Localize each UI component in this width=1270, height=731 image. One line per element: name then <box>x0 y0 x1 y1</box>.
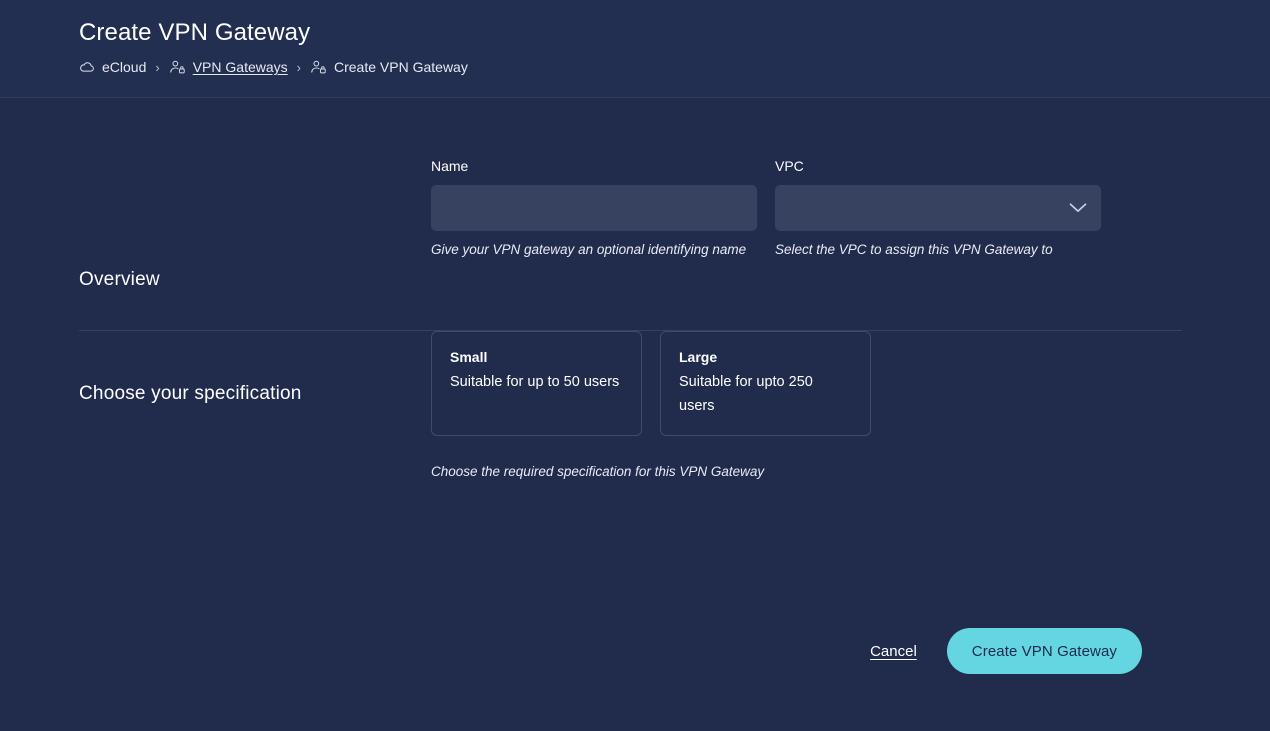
breadcrumb: eCloud › VPN Gateways › <box>79 58 1270 76</box>
overview-section-body: Name Give your VPN gateway an optional i… <box>431 157 1191 259</box>
vpc-select[interactable] <box>775 185 1101 231</box>
specification-section: Choose your specification Small Suitable… <box>0 331 1270 481</box>
section-title-specification: Choose your specification <box>79 382 431 406</box>
form-actions: Cancel Create VPN Gateway <box>870 628 1142 674</box>
spec-option-small[interactable]: Small Suitable for up to 50 users <box>431 331 642 436</box>
page-title: Create VPN Gateway <box>79 18 1270 48</box>
vpc-field-label: VPC <box>775 157 1101 175</box>
overview-section: Overview Name Give your VPN gateway an o… <box>0 98 1270 292</box>
overview-fields: Name Give your VPN gateway an optional i… <box>431 157 1191 259</box>
user-lock-icon <box>310 59 327 75</box>
user-lock-icon <box>169 59 186 75</box>
overview-section-header: Overview <box>79 157 431 292</box>
specification-section-header: Choose your specification <box>79 331 431 406</box>
vpc-field-group: VPC Select the VPC to assign this VPN Ga… <box>775 157 1101 259</box>
section-title-overview: Overview <box>79 268 431 292</box>
breadcrumb-label: eCloud <box>102 58 146 76</box>
breadcrumb-item-vpn-gateways[interactable]: VPN Gateways <box>169 58 288 76</box>
specification-options: Small Suitable for up to 50 users Large … <box>431 331 1191 436</box>
name-input[interactable] <box>431 185 757 231</box>
page-header: Create VPN Gateway eCloud › VPN Gateways <box>0 0 1270 98</box>
spec-option-description: Suitable for upto 250 users <box>679 370 852 418</box>
cloud-icon <box>79 59 95 75</box>
vpc-field-help: Select the VPC to assign this VPN Gatewa… <box>775 241 1101 259</box>
breadcrumb-item-create-vpn-gateway: Create VPN Gateway <box>310 58 468 76</box>
page-content: Overview Name Give your VPN gateway an o… <box>0 98 1270 481</box>
breadcrumb-separator: › <box>297 61 301 74</box>
cancel-button[interactable]: Cancel <box>870 643 917 660</box>
chevron-down-icon <box>1069 203 1087 214</box>
breadcrumb-separator: › <box>155 61 159 74</box>
spec-option-name: Small <box>450 348 623 366</box>
breadcrumb-label: Create VPN Gateway <box>334 58 468 76</box>
breadcrumb-item-ecloud[interactable]: eCloud <box>79 58 146 76</box>
specification-section-body: Small Suitable for up to 50 users Large … <box>431 331 1191 481</box>
spec-option-name: Large <box>679 348 852 366</box>
name-field-label: Name <box>431 157 757 175</box>
name-field-group: Name Give your VPN gateway an optional i… <box>431 157 757 259</box>
name-field-help: Give your VPN gateway an optional identi… <box>431 241 757 259</box>
create-vpn-gateway-button[interactable]: Create VPN Gateway <box>947 628 1142 674</box>
spec-option-large[interactable]: Large Suitable for upto 250 users <box>660 331 871 436</box>
spec-option-description: Suitable for up to 50 users <box>450 370 623 394</box>
breadcrumb-label: VPN Gateways <box>193 58 288 76</box>
specification-help: Choose the required specification for th… <box>431 463 1191 481</box>
